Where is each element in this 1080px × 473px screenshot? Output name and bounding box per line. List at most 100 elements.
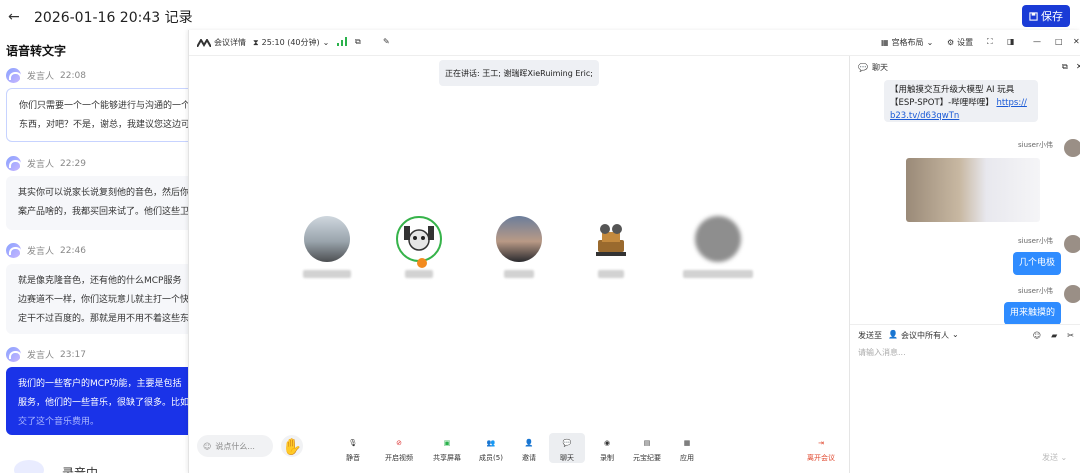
chat-input[interactable]: 请输入消息... [858, 347, 906, 358]
speaking-indicator: 正在讲话: 王工; 谢瑞晖XieRuiming Eric; [439, 60, 599, 86]
signal-icon [337, 37, 347, 46]
participant-tile[interactable] [683, 216, 753, 278]
raise-hand-button[interactable]: ✋ [281, 435, 303, 457]
settings-label: 设置 [957, 38, 974, 47]
layout-button[interactable]: ▦ 宫格布局 ⌄ [881, 37, 933, 48]
transcript-entry[interactable]: 你们只需要一个一个能够进行与沟通的一个 东西，对吧？不是，谢总，我建议您这边可 [6, 88, 188, 142]
chevron-down-icon: ⌄ [322, 38, 330, 47]
speaker-name: 发言人 [27, 351, 55, 361]
send-target-select[interactable]: 👤 会议中所有人 ⌄ [888, 330, 959, 341]
transcript-entry[interactable]: 就是像克隆音色，还有他的什么MCP服务 边赛道不一样，你们这玩意儿就主打一个快 … [6, 264, 188, 334]
meeting-timer[interactable]: ⧗ 25:10 (40分钟) ⌄ [253, 37, 329, 48]
transcript-line: 交了这个音乐费用。 [18, 417, 100, 427]
leave-meeting-button[interactable]: ⇥ 离开会议 [803, 435, 839, 463]
camera-off-icon: ⊘ [396, 439, 402, 447]
transcript-line: 东西，对吧？不是，谢总，我建议您这边可 [19, 120, 188, 130]
chat-link[interactable]: b23.tv/d63qwTn [890, 110, 1032, 123]
hourglass-icon: ⧗ [253, 37, 259, 47]
recording-status: 录音中 [62, 466, 99, 473]
hand-icon: ✋ [282, 436, 302, 456]
sidebar-toggle-icon[interactable]: ◨ [1007, 37, 1015, 46]
mute-button[interactable]: 🎙 静音 [335, 435, 371, 463]
meeting-window: 会议详情 ⧗ 25:10 (40分钟) ⌄ ⧉ ✎ ▦ 宫格布局 ⌄ ⚙ 设置 … [188, 30, 1080, 473]
speaker-row: 发言人 22:46 [6, 243, 86, 258]
transcript-heading: 语音转文字 [6, 44, 67, 58]
participant-tile[interactable] [587, 216, 635, 278]
meeting-info[interactable]: 会议详情 [197, 37, 246, 48]
participant-tile[interactable] [303, 216, 351, 278]
chevron-down-icon: ⌄ [1060, 453, 1068, 462]
recording-indicator-icon [14, 460, 44, 473]
apps-label: 应用 [680, 454, 694, 462]
maximize-icon[interactable]: □ [1055, 37, 1063, 46]
save-button[interactable]: 保存 [1022, 5, 1070, 27]
speaker-row: 发言人 23:17 [6, 347, 86, 362]
apps-button[interactable]: ▦ 应用 [669, 435, 705, 463]
close-icon[interactable]: ✕ [1073, 37, 1080, 46]
chevron-down-icon: ⌄ [926, 38, 934, 47]
emoji-icon: ☺ [203, 441, 212, 451]
chat-message[interactable]: 用来触摸的 [1004, 302, 1062, 325]
minutes-button[interactable]: ▤ 元宝纪要 [629, 435, 665, 463]
say-something-input[interactable]: ☺ 说点什么... [197, 435, 273, 457]
microphone-icon: 🎙 [348, 439, 358, 447]
minutes-icon: ▤ [643, 439, 651, 447]
participant-tile[interactable] [395, 216, 443, 278]
back-arrow-icon[interactable]: ← [8, 8, 26, 26]
members-icon: 👥 [486, 439, 496, 447]
speaker-name: 发言人 [27, 247, 55, 257]
send-target-value: 会议中所有人 [900, 331, 949, 340]
timer-text: 25:10 (40分钟) [261, 38, 320, 47]
send-label: 发送 [1042, 453, 1058, 462]
chat-icon: 💬 [858, 63, 868, 72]
chat-panel: 💬 聊天 ⧉ ✕ 【用触摸交互升级大模型 AI 玩具 【ESP-SPOT】-哔哩… [849, 56, 1080, 473]
chat-button[interactable]: 💬 聊天 [549, 433, 585, 463]
participant-tile[interactable] [495, 216, 543, 278]
mute-label: 静音 [346, 454, 360, 462]
close-icon[interactable]: ✕ [1076, 62, 1080, 71]
video-button[interactable]: ⊘ 开启视频 [381, 435, 417, 463]
say-placeholder: 说点什么... [215, 441, 255, 451]
transcript-entry[interactable]: 其实你可以说家长说复刻他的音色，然后你 案产品啥的，我都买回来试了。他们这些卫 [6, 176, 188, 230]
avatar [1064, 235, 1080, 253]
speaker-name: 发言人 [27, 72, 55, 82]
members-button[interactable]: 👥 成员(5) [473, 435, 509, 463]
speaker-time: 22:08 [60, 70, 86, 81]
chat-label: 聊天 [560, 454, 574, 462]
transcript-line: 案产品啥的，我都买回来试了。他们这些卫 [18, 207, 188, 217]
save-icon [1029, 11, 1038, 21]
popout-icon[interactable]: ⧉ [1062, 62, 1068, 72]
minimize-icon[interactable]: — [1033, 37, 1041, 46]
chat-link[interactable]: https:// [996, 98, 1026, 108]
chat-message[interactable]: 几个电极 [1013, 252, 1062, 275]
add-user-icon: 👤 [524, 439, 534, 447]
apps-icon: ▦ [683, 439, 691, 447]
exit-icon: ⇥ [818, 439, 824, 447]
invite-label: 邀请 [522, 454, 536, 462]
fullscreen-icon[interactable]: ⛶ [987, 37, 993, 47]
send-to-label: 发送至 [858, 331, 882, 340]
chat-message-link[interactable]: 【用触摸交互升级大模型 AI 玩具 【ESP-SPOT】-哔哩哔哩】 https… [884, 80, 1038, 122]
participant-name-blurred [683, 270, 753, 278]
chat-username: siuser小伟 [1018, 141, 1053, 149]
chevron-down-icon: ⌄ [951, 330, 959, 339]
meeting-info-label: 会议详情 [214, 38, 246, 47]
emoji-icon[interactable]: ☺ [1033, 331, 1041, 340]
transcript-entry-active[interactable]: 我们的一些客户的MCP功能，主要是包括 服务，他们的一些音乐，很缺了很多。比如 … [6, 367, 188, 435]
popout-icon[interactable]: ⧉ [355, 37, 361, 47]
folder-icon[interactable]: ▰ [1051, 331, 1057, 340]
layout-label: 宫格布局 [891, 38, 924, 47]
meeting-titlebar: 会议详情 ⧗ 25:10 (40分钟) ⌄ ⧉ ✎ ▦ 宫格布局 ⌄ ⚙ 设置 … [189, 30, 1080, 56]
share-screen-button[interactable]: ▣ 共享屏幕 [429, 435, 465, 463]
record-button[interactable]: ◉ 录制 [589, 435, 625, 463]
screenshot-icon[interactable]: ✂ [1067, 331, 1074, 340]
transcript-line: 定干不过百度的。那就是用不用不着这些东 [18, 314, 188, 324]
settings-button[interactable]: ⚙ 设置 [947, 37, 973, 48]
whiteboard-icon[interactable]: ✎ [383, 37, 390, 46]
chat-username: siuser小伟 [1018, 237, 1053, 245]
chat-image[interactable] [906, 158, 1040, 222]
meeting-toolbar: ☺ 说点什么... ✋ 🎙 静音 ⊘ 开启视频 ▣ 共享屏幕 👥 成员(5) 👤 邀请 💬… [189, 428, 849, 473]
transcript-line: 我们的一些客户的MCP功能，主要是包括 [18, 379, 182, 389]
invite-button[interactable]: 👤 邀请 [511, 435, 547, 463]
send-button[interactable]: 发送 ⌄ [1042, 452, 1067, 463]
